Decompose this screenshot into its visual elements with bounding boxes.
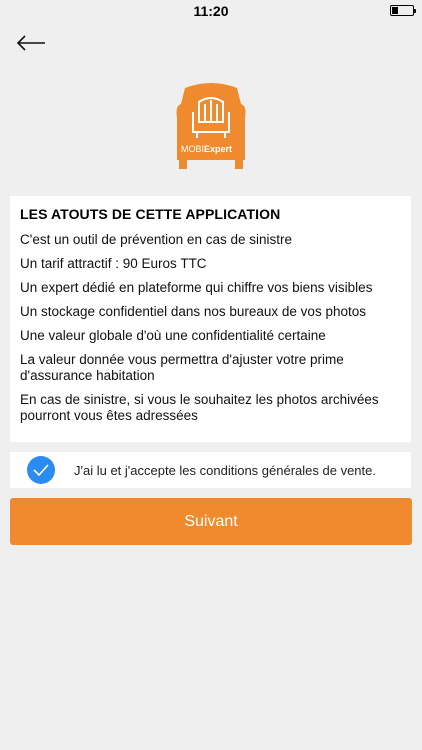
arrow-left-icon <box>16 35 45 51</box>
feature-item: Un stockage confidentiel dans nos bureau… <box>20 304 366 319</box>
back-button[interactable] <box>14 30 48 56</box>
feature-item: En cas de sinistre, si vous le souhaitez… <box>20 392 379 423</box>
svg-text:MOBIExpert: MOBIExpert <box>181 144 232 154</box>
features-title: LES ATOUTS DE CETTE APPLICATION <box>20 206 281 222</box>
next-button[interactable]: Suivant <box>10 498 412 545</box>
checkmark-icon <box>33 464 49 476</box>
feature-item: La valeur donnée vous permettra d'ajuste… <box>20 352 344 383</box>
feature-item: Un expert dédié en plateforme qui chiffr… <box>20 280 373 295</box>
terms-row[interactable]: J'ai lu et j'accepte les conditions géné… <box>10 452 411 488</box>
battery-icon <box>390 5 416 16</box>
status-time: 11:20 <box>193 3 229 19</box>
app-logo: MOBIExpert <box>175 82 247 170</box>
armchair-icon <box>192 97 230 138</box>
terms-checkbox[interactable] <box>27 456 55 484</box>
feature-item: Un tarif attractif : 90 Euros TTC <box>20 256 207 271</box>
feature-item: Une valeur globale d'où une confidential… <box>20 328 326 343</box>
feature-item: C'est un outil de prévention en cas de s… <box>20 232 292 247</box>
terms-label: J'ai lu et j'accepte les conditions géné… <box>74 462 376 478</box>
status-bar: 11:20 <box>0 0 422 22</box>
features-card: LES ATOUTS DE CETTE APPLICATION C'est un… <box>10 196 411 442</box>
